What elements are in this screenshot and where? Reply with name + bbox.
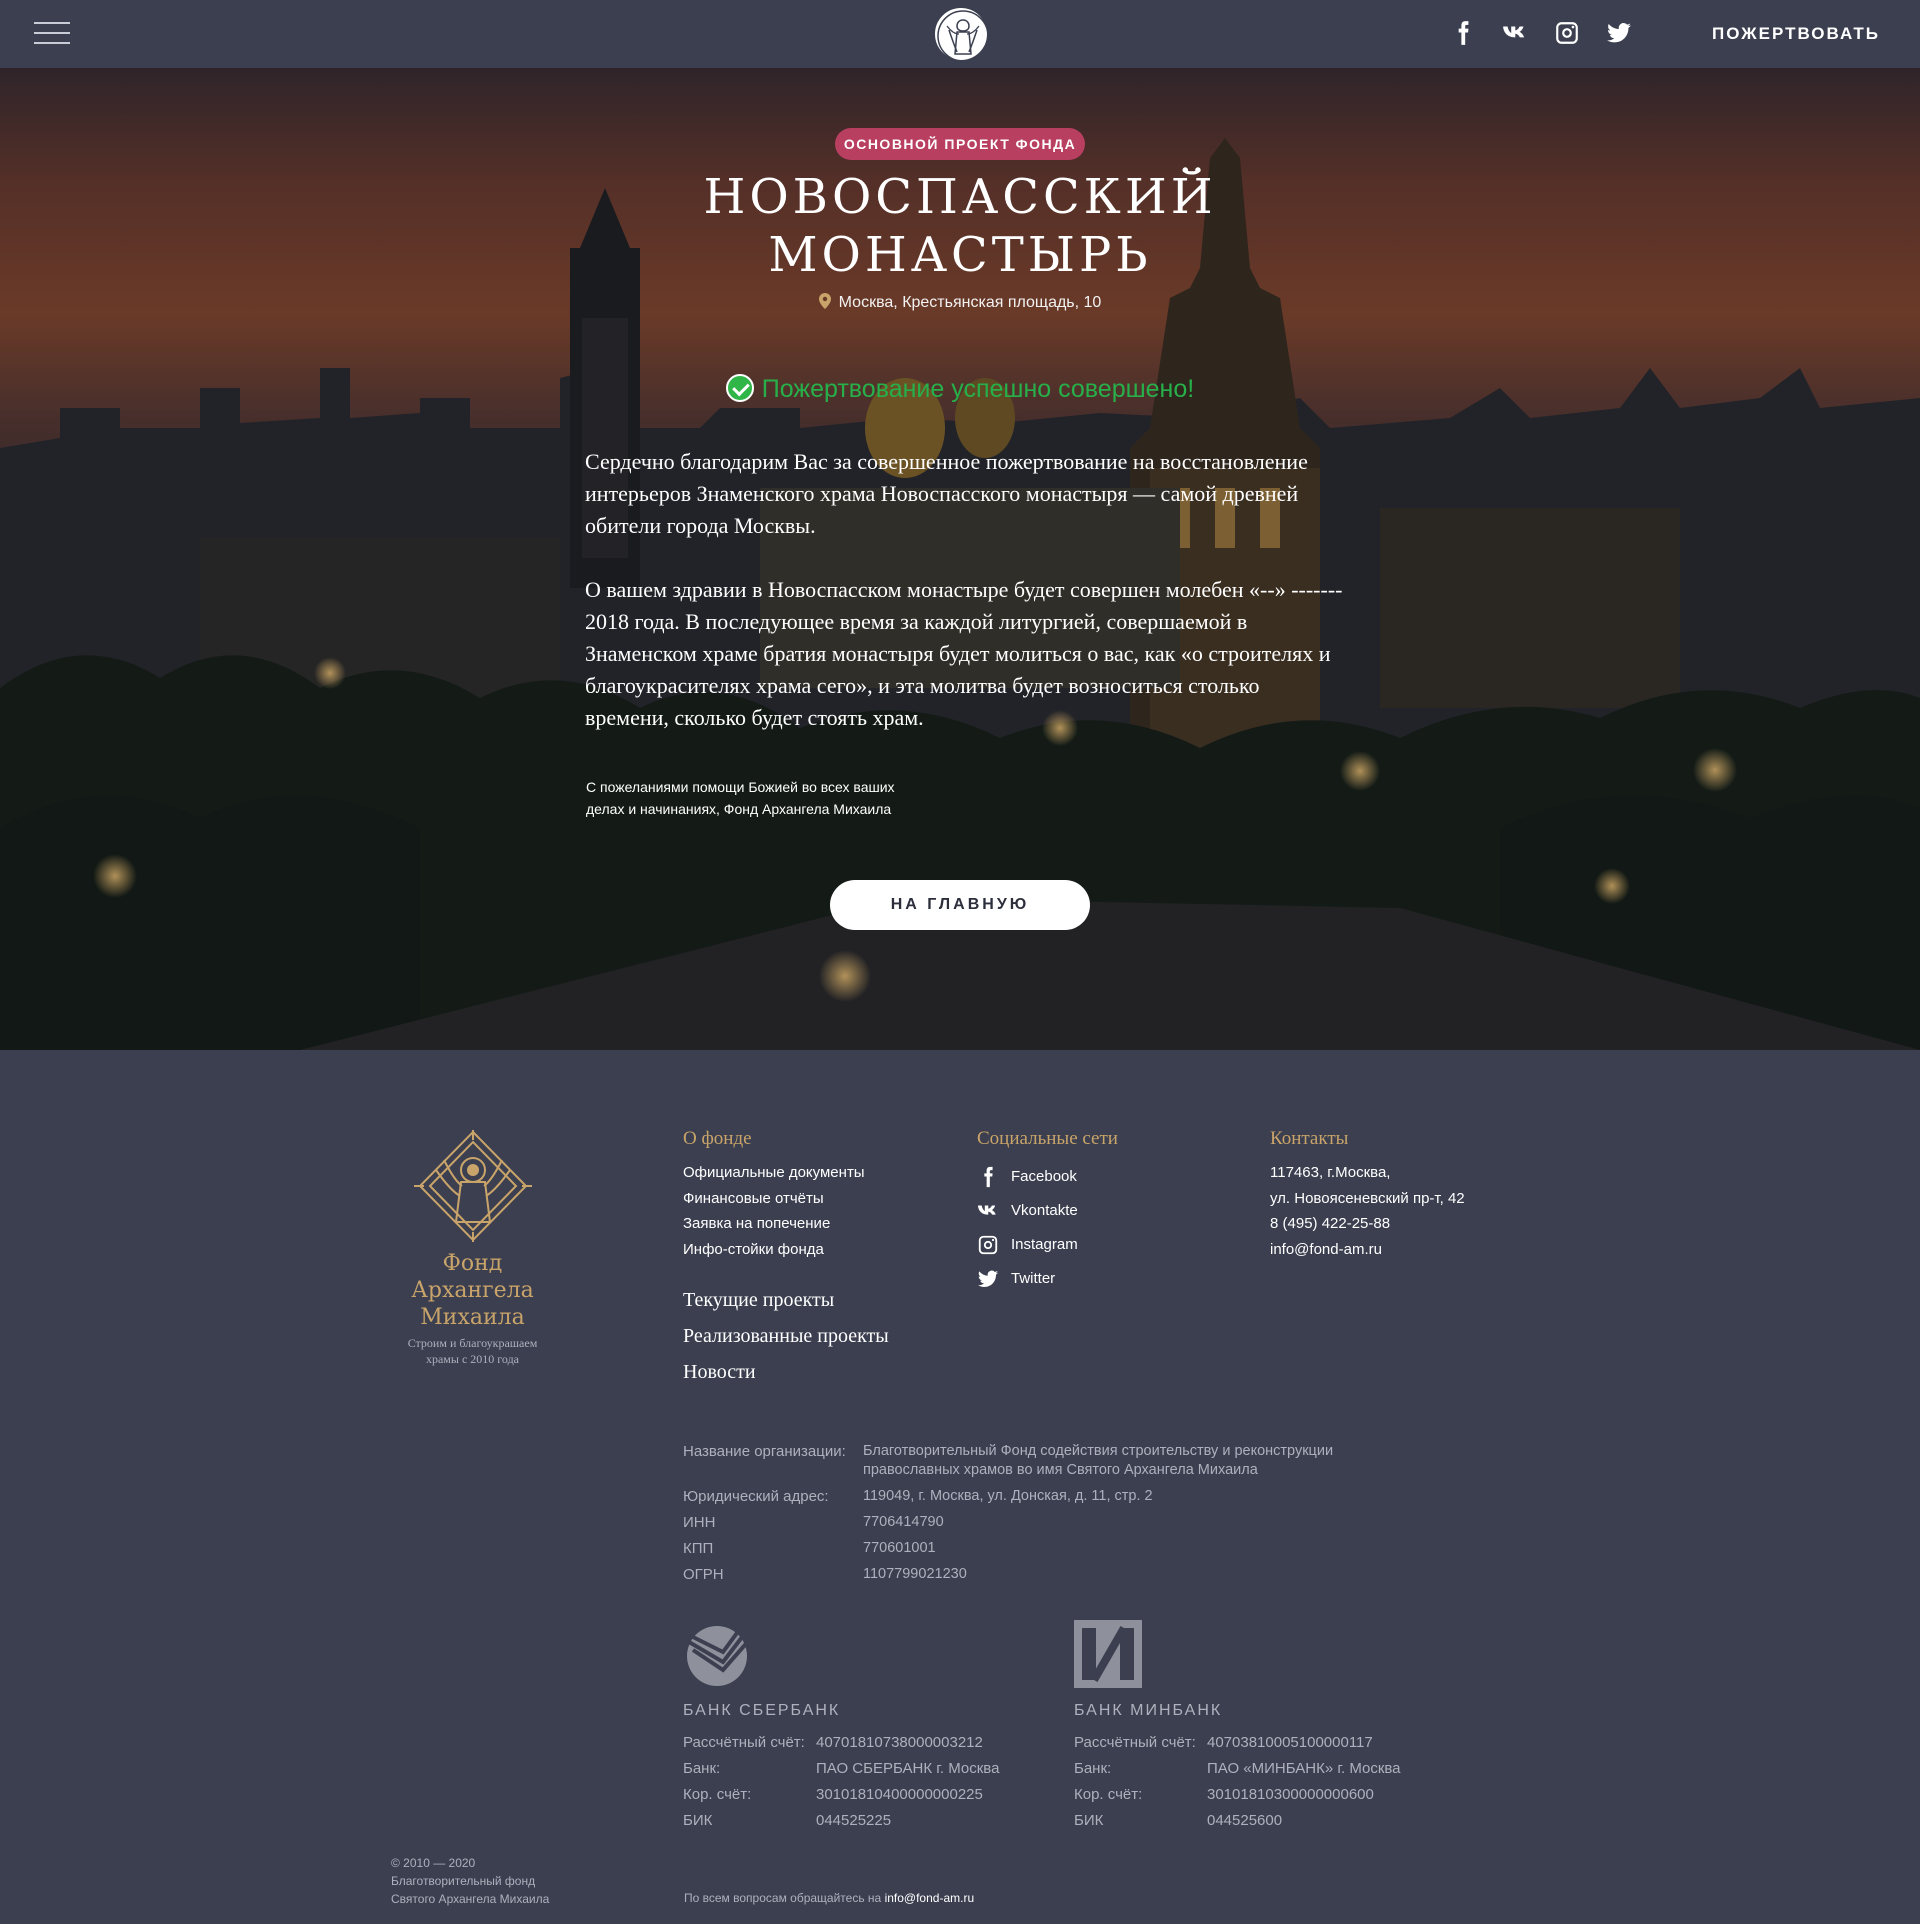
prayer-paragraph: О вашем здравии в Новоспасском монастыре…: [585, 577, 1343, 730]
footer: Фонд Архангела Михаила Строим и благоукр…: [0, 1050, 1920, 1924]
link-financial-reports[interactable]: Финансовые отчёты: [683, 1186, 943, 1212]
bank-row: Кор. счёт: 30101810300000000600: [1074, 1786, 1374, 1803]
twitter-icon[interactable]: [1606, 20, 1634, 48]
footer-contacts-column: Контакты 117463, г.Москва, ул. Новоясене…: [1270, 1128, 1530, 1262]
fund-logo-icon[interactable]: [933, 6, 989, 62]
footer-social-column: Социальные сети Facebook Vkontakte Insta…: [977, 1128, 1197, 1296]
minbank-logo-icon: [1074, 1620, 1434, 1690]
bank-sberbank: БАНК СБЕРБАНК Рассчётный счёт: 4070181073…: [683, 1620, 1043, 1834]
top-navigation-bar: ПОЖЕРТВОВАТЬ: [0, 0, 1920, 68]
bank-row: Банк: ПАО СБЕРБАНК г. Москва: [683, 1760, 1000, 1777]
instagram-icon: [978, 1235, 998, 1255]
contact-phone[interactable]: 8 (495) 422-25-88: [1270, 1211, 1530, 1237]
link-news[interactable]: Новости: [683, 1354, 889, 1390]
link-info-stands[interactable]: Инфо-стойки фонда: [683, 1237, 943, 1263]
req-row: Название организации: Благотворительный Ф…: [683, 1443, 1334, 1478]
success-message: Пожертвование успешно совершено!: [560, 374, 1360, 404]
footer-facebook-link[interactable]: Facebook: [977, 1160, 1197, 1194]
link-trusteeship-request[interactable]: Заявка на попечение: [683, 1211, 943, 1237]
requisites: Название организации: Благотворительный Ф…: [683, 1442, 1403, 1591]
page-title: НОВОСПАССКИЙ МОНАСТЫРЬ: [560, 168, 1360, 284]
footer-twitter-link[interactable]: Twitter: [977, 1262, 1197, 1296]
bank-row: Рассчётный счёт: 40701810738000003212: [683, 1734, 983, 1751]
link-official-documents[interactable]: Официальные документы: [683, 1160, 943, 1186]
bank-name: БАНК СБЕРБАНК: [683, 1702, 841, 1719]
social-title: Социальные сети: [977, 1128, 1118, 1149]
bank-row: БИК 044525600: [1074, 1812, 1283, 1829]
copyright: © 2010 — 2020 Благотворительный фонд Свя…: [391, 1856, 550, 1906]
footer-logo[interactable]: Фонд Архангела Михаила Строим и благоукр…: [395, 1130, 550, 1367]
check-circle-icon: [725, 374, 754, 402]
bank-row: Банк: ПАО «МИНБАНК» г. Москва: [1074, 1760, 1401, 1777]
footer-main-links: Текущие проекты Реализованные проекты Но…: [683, 1282, 889, 1390]
thanks-paragraph: Сердечно благодарим Вас за совершенное п…: [585, 449, 1308, 538]
bank-row: Рассчётный счёт: 40703810005100000117: [1074, 1734, 1373, 1751]
footer-logo-tagline: Строим и благоукрашаем храмы с 2010 года: [407, 1336, 538, 1366]
req-row: ОГРН 1107799021230: [683, 1566, 967, 1583]
footer-logo-name: Фонд Архангела Михаила: [411, 1251, 534, 1330]
bank-minbank: БАНК МИНБАНК Рассчётный счёт: 40703810005…: [1074, 1620, 1434, 1834]
success-text: Пожертвование успешно совершено!: [761, 375, 1195, 403]
about-title: О фонде: [683, 1128, 752, 1149]
bank-row: Кор. счёт: 30101810400000000225: [683, 1786, 983, 1803]
address-text: Москва, Крестьянская площадь, 10: [838, 294, 1102, 311]
location-pin-icon: [818, 293, 831, 309]
footer-vk-link[interactable]: Vkontakte: [977, 1194, 1197, 1228]
title-line-2: МОНАСТЫРЬ: [768, 227, 1152, 283]
vk-icon: [977, 1205, 996, 1215]
instagram-icon[interactable]: [1554, 20, 1582, 48]
footer-contact-email-link[interactable]: info@fond-am.ru: [885, 1891, 975, 1905]
contact-address-line-2: ул. Новоясеневский пр-т, 42: [1270, 1189, 1465, 1207]
wish-line-1: С пожеланиями помощи Божией во всех ваши…: [586, 779, 895, 795]
sberbank-logo-icon: [683, 1620, 1043, 1690]
menu-icon[interactable]: [34, 20, 70, 46]
archangel-emblem-icon: [413, 1130, 532, 1242]
wishes-text: С пожеланиями помощи Божией во всех ваши…: [586, 776, 946, 820]
footer-about-column: О фонде Официальные документы Финансовые…: [683, 1128, 943, 1262]
contacts-title: Контакты: [1270, 1128, 1349, 1149]
req-row: ИНН 7706414790: [683, 1514, 944, 1531]
hero-section: ОСНОВНОЙ ПРОЕКТ ФОНДА НОВОСПАССКИЙ МОНАС…: [0, 68, 1920, 1050]
title-line-1: НОВОСПАССКИЙ: [703, 169, 1217, 225]
bank-name: БАНК МИНБАНК: [1074, 1702, 1223, 1719]
contact-email[interactable]: info@fond-am.ru: [1270, 1237, 1530, 1263]
vk-icon[interactable]: [1502, 20, 1530, 48]
bank-row: БИК 044525225: [683, 1812, 892, 1829]
facebook-icon: [984, 1166, 993, 1188]
req-row: КПП 770601001: [683, 1540, 936, 1557]
twitter-icon: [977, 1270, 999, 1287]
home-button[interactable]: НА ГЛАВНУЮ: [830, 880, 1090, 930]
facebook-icon[interactable]: [1450, 20, 1478, 48]
donate-link[interactable]: ПОЖЕРТВОВАТЬ: [1712, 24, 1880, 44]
address: Москва, Крестьянская площадь, 10: [560, 293, 1360, 312]
footer-contact-line: По всем вопросам обращайтесь на info@fon…: [684, 1891, 975, 1905]
wish-line-2: делах и начинаниях, Фонд Архангела Михаи…: [586, 801, 892, 817]
project-badge: ОСНОВНОЙ ПРОЕКТ ФОНДА: [835, 128, 1085, 160]
footer-instagram-link[interactable]: Instagram: [977, 1228, 1197, 1262]
contact-address-line-1: 117463, г.Москва,: [1270, 1164, 1391, 1181]
link-completed-projects[interactable]: Реализованные проекты: [683, 1318, 889, 1354]
header-social-links: [1450, 20, 1634, 48]
req-row: Юридический адрес: 119049, г. Москва, ул.…: [683, 1488, 1153, 1505]
link-current-projects[interactable]: Текущие проекты: [683, 1282, 889, 1318]
